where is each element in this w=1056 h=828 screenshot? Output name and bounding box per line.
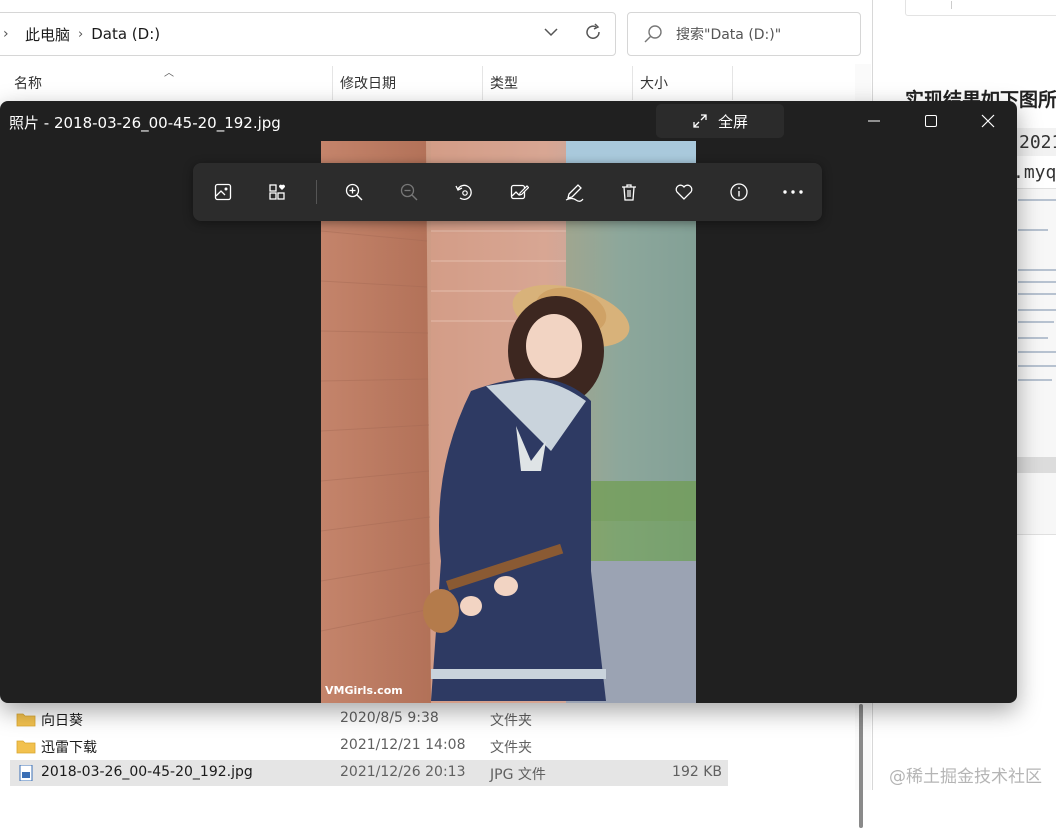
minimize-icon [868,120,880,122]
column-name[interactable]: 名称 [14,73,42,93]
folder-icon [16,713,36,727]
favorite-button[interactable] [669,177,699,207]
image-file-icon [19,765,33,781]
info-icon [730,183,748,201]
column-size[interactable]: 大小 [640,73,668,93]
more-icon [783,190,803,194]
view-all-photos-icon [214,183,232,201]
close-button[interactable] [960,101,1016,141]
minimize-button[interactable] [846,101,902,141]
folder-icon [16,740,36,754]
chevron-right-icon: › [3,26,9,42]
list-item-selected[interactable]: 2018-03-26_00-45-20_192.jpg 2021/12/26 2… [10,760,728,786]
add-to-album-icon [269,184,285,200]
zoom-out-icon [400,183,418,201]
close-icon [981,114,995,128]
zoom-in-icon [345,183,363,201]
zoom-in-button[interactable] [339,177,369,207]
favorite-icon [675,184,693,200]
address-bar[interactable]: › 此电脑 › Data (D:) [0,12,616,56]
file-name: 向日葵 [41,713,83,729]
rotate-button[interactable] [449,177,479,207]
file-name: 迅雷下载 [41,740,97,756]
list-item[interactable]: 向日葵 2020/8/5 9:38 文件夹 [10,706,728,732]
column-headers: ︿ 名称 修改日期 类型 大小 [0,64,860,100]
file-type: JPG 文件 [490,767,546,783]
expand-icon [693,114,707,128]
search-input[interactable]: 搜索"Data (D:)" [627,12,861,56]
search-icon [644,25,662,43]
rotate-icon [455,184,472,200]
sort-ascending-icon: ︿ [164,68,174,79]
code-screenshot-image [1013,188,1056,535]
delete-button[interactable] [614,177,644,207]
toolbar-separator [316,180,317,204]
code-snippet: 2021 [1013,128,1056,156]
draw-button[interactable] [559,177,589,207]
breadcrumb-data-drive[interactable]: Data (D:) [91,25,160,43]
file-name: 2018-03-26_00-45-20_192.jpg [41,764,253,780]
file-date: 2021/12/21 14:08 [340,737,466,753]
delete-icon [622,184,636,201]
photo-watermark: VMGirls.com [325,684,403,697]
column-date[interactable]: 修改日期 [340,73,396,93]
draw-icon [565,184,584,202]
scrollbar-thumb[interactable] [859,704,863,828]
title-bar[interactable]: 照片 - 2018-03-26_00-45-20_192.jpg 全屏 [0,101,1017,141]
more-options-button[interactable] [778,177,808,207]
window-title: 照片 - 2018-03-26_00-45-20_192.jpg [9,114,281,132]
info-button[interactable] [724,177,754,207]
article-top-box [905,0,1056,16]
file-date: 2020/8/5 9:38 [340,710,439,726]
maximize-icon [925,115,937,127]
maximize-button[interactable] [903,101,959,141]
list-item[interactable]: 迅雷下载 2021/12/21 14:08 文件夹 [10,733,728,759]
chevron-down-icon[interactable] [543,24,559,44]
photo-image[interactable]: VMGirls.com [321,141,696,703]
code-snippet: .myq [1013,162,1056,183]
breadcrumb-this-pc[interactable]: 此电脑 [25,24,70,45]
add-to-album-button[interactable] [263,177,293,207]
fullscreen-label: 全屏 [717,112,748,131]
refresh-icon[interactable] [583,23,603,48]
zoom-out-button[interactable] [394,177,424,207]
photo-toolbar [193,163,822,221]
fullscreen-button[interactable]: 全屏 [656,104,784,138]
site-watermark: @稀土掘金技术社区 [889,767,1042,787]
file-type: 文件夹 [490,713,532,729]
edit-image-button[interactable] [504,177,534,207]
chevron-right-icon: › [78,26,84,42]
photo-illustration [321,141,696,703]
file-date: 2021/12/26 20:13 [340,764,466,780]
search-placeholder: 搜索"Data (D:)" [676,27,782,43]
photos-viewer-window: 照片 - 2018-03-26_00-45-20_192.jpg 全屏 VMGi… [0,101,1017,703]
file-size: 192 KB [672,764,722,780]
file-type: 文件夹 [490,740,532,756]
view-all-photos-button[interactable] [208,177,238,207]
edit-image-icon [510,184,529,200]
column-type[interactable]: 类型 [490,73,518,93]
